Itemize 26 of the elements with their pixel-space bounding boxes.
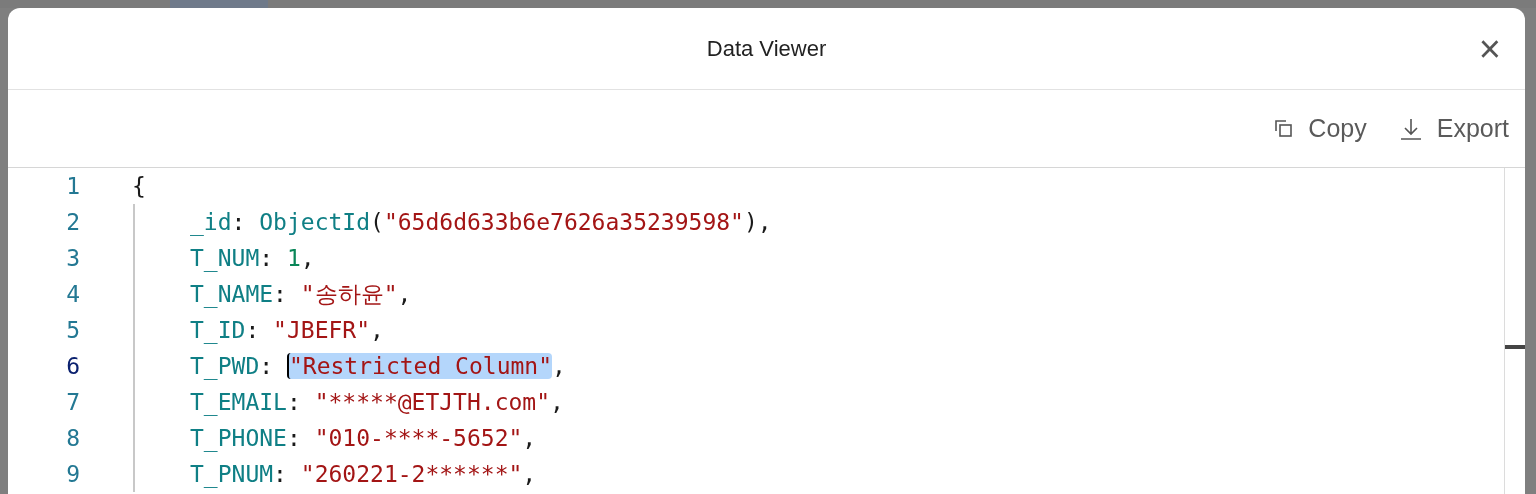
line-number: 1 — [65, 172, 80, 201]
code-line: { — [132, 171, 146, 201]
line-number: 7 — [65, 388, 80, 417]
close-button[interactable]: × — [1478, 30, 1501, 68]
code-line: T_NAME: "송하윤", — [190, 279, 412, 310]
code-line: T_PHONE: "010-****-5652", — [190, 423, 537, 454]
code-line: T_PNUM: "260221-2******", — [190, 459, 537, 490]
line-number: 9 — [65, 460, 80, 489]
line-number: 3 — [65, 244, 80, 273]
dialog-title: Data Viewer — [706, 35, 827, 63]
line-number: 6 — [65, 352, 80, 381]
ruler-mark — [1505, 345, 1525, 349]
code-line: _id: ObjectId("65d6d633b6e7626a35239598"), — [190, 207, 772, 238]
line-number: 2 — [65, 208, 80, 237]
toolbar-button[interactable] — [170, 0, 268, 8]
download-icon — [1398, 116, 1423, 141]
copy-button[interactable]: Copy — [1274, 109, 1367, 148]
line-number: 8 — [65, 424, 80, 453]
copy-icon — [1274, 118, 1295, 139]
line-number: 5 — [65, 316, 80, 345]
code-line: T_ID: "JBEFR", — [190, 315, 384, 346]
code-line: T_EMAIL: "*****@ETJTH.com", — [190, 387, 564, 418]
export-button[interactable]: Export — [1398, 109, 1509, 148]
line-number: 4 — [65, 280, 80, 309]
code-line: T_NUM: 1, — [190, 243, 315, 274]
scrollbar-track[interactable] — [1504, 168, 1525, 494]
